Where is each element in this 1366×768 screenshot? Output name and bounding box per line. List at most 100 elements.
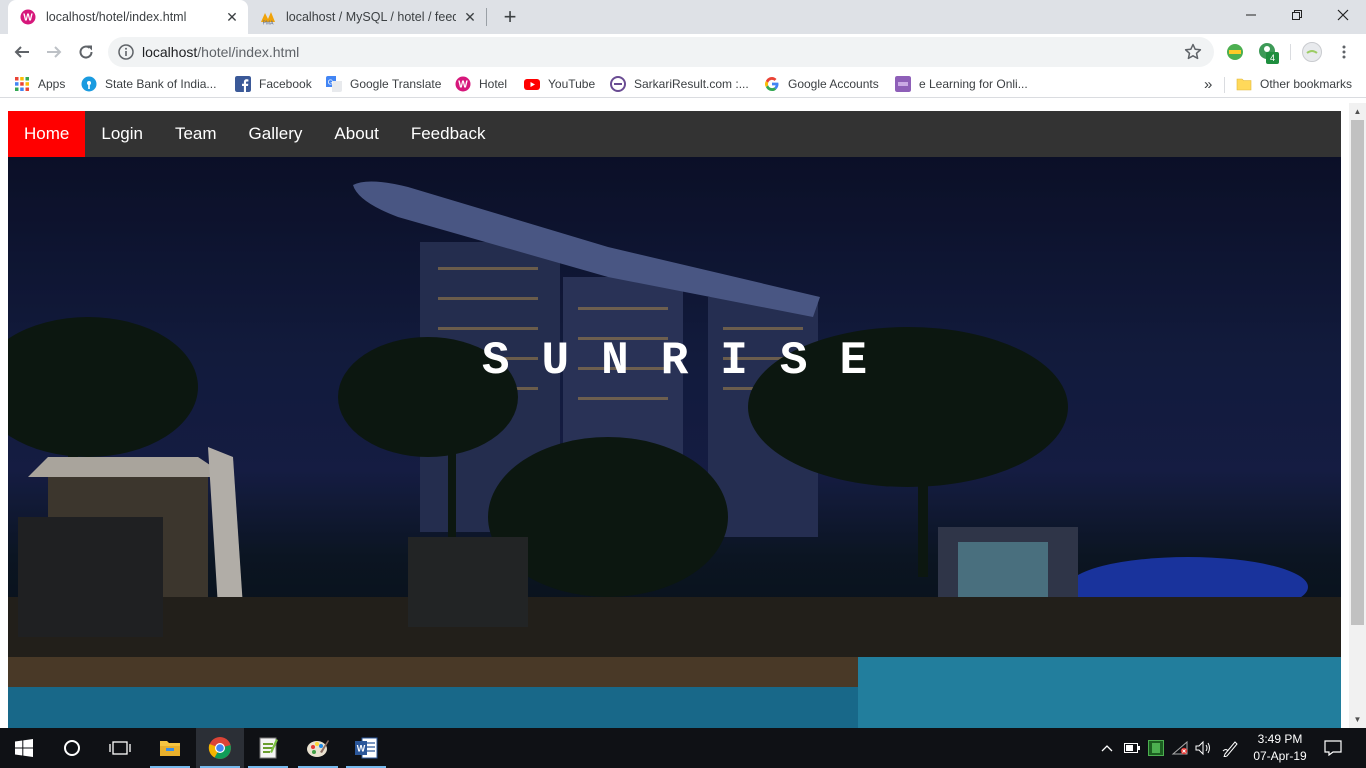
- chrome-menu-icon[interactable]: [1336, 44, 1352, 60]
- start-button[interactable]: [0, 728, 48, 768]
- network-tray-button[interactable]: [1170, 728, 1190, 768]
- show-hidden-icons-button[interactable]: [1098, 728, 1116, 768]
- volume-tray-button[interactable]: [1194, 728, 1214, 768]
- bookmark-youtube[interactable]: YouTube: [524, 75, 595, 93]
- info-icon[interactable]: [118, 44, 134, 60]
- close-window-button[interactable]: [1320, 0, 1366, 30]
- sbi-icon: [81, 76, 97, 92]
- minimize-window-button[interactable]: [1228, 0, 1274, 30]
- bookmark-elearning[interactable]: e Learning for Onli...: [895, 75, 1028, 93]
- svg-text:PMA: PMA: [263, 21, 275, 26]
- other-bookmarks-folder[interactable]: Other bookmarks: [1236, 75, 1352, 93]
- bookmark-label: State Bank of India...: [105, 77, 217, 91]
- green-app-tray-button[interactable]: [1146, 728, 1166, 768]
- nav-team[interactable]: Team: [159, 111, 233, 157]
- start-icon: [15, 739, 33, 757]
- reload-icon: [79, 45, 93, 59]
- google-translate-icon: G: [326, 76, 342, 92]
- bookmark-hotel[interactable]: W Hotel: [455, 75, 507, 93]
- scrollbar-thumb[interactable]: [1351, 120, 1364, 625]
- bookmark-label: Google Accounts: [788, 77, 879, 91]
- scroll-down-arrow-icon[interactable]: ▼: [1349, 711, 1366, 728]
- hero-night-hotel-image: [8, 157, 1341, 728]
- restore-window-button[interactable]: [1274, 0, 1320, 30]
- hero-banner: SUNRISE: [8, 157, 1341, 728]
- new-tab-button[interactable]: +: [498, 4, 522, 29]
- taskbar-chrome[interactable]: [196, 728, 244, 768]
- address-bar[interactable]: localhost/hotel/index.html: [108, 37, 1214, 67]
- taskbar-notepad-plus[interactable]: [244, 728, 292, 768]
- close-tab-icon[interactable]: ✕: [462, 9, 478, 25]
- bookmark-star-icon[interactable]: [1184, 43, 1202, 61]
- paint-icon: [307, 740, 329, 757]
- bookmark-facebook[interactable]: Facebook: [235, 75, 312, 93]
- bookmark-label: Hotel: [479, 77, 508, 91]
- bookmark-sarkariresult[interactable]: SarkariResult.com :...: [610, 75, 749, 93]
- action-center-button[interactable]: [1318, 728, 1348, 768]
- taskbar-paint[interactable]: [294, 728, 342, 768]
- forward-button[interactable]: [42, 40, 66, 64]
- search-cortana-icon: [64, 740, 80, 756]
- toolbar-divider: [1290, 44, 1291, 60]
- nav-about[interactable]: About: [318, 111, 394, 157]
- browser-tabstrip: W localhost/hotel/index.html ✕ PMA local…: [0, 0, 1366, 34]
- bookmark-sbi[interactable]: State Bank of India...: [81, 75, 216, 93]
- tab-title: localhost/hotel/index.html: [46, 10, 187, 24]
- nav-gallery[interactable]: Gallery: [233, 111, 319, 157]
- nav-login[interactable]: Login: [85, 111, 159, 157]
- browser-toolbar: localhost/hotel/index.html 4: [0, 34, 1366, 70]
- tab-phpmyadmin[interactable]: PMA localhost / MySQL / hotel / feedb ✕: [250, 0, 486, 34]
- extension-badge-button[interactable]: 4: [1258, 42, 1280, 64]
- taskbar-clock[interactable]: 3:49 PM 07-Apr-19: [1244, 731, 1316, 765]
- pen-tray-button[interactable]: [1220, 728, 1242, 768]
- task-view-button[interactable]: [96, 728, 144, 768]
- phpmyadmin-icon: PMA: [261, 12, 275, 26]
- back-button[interactable]: [10, 40, 34, 64]
- sarkariresult-icon: [610, 76, 626, 92]
- taskbar-file-explorer[interactable]: [146, 728, 194, 768]
- bookmark-label: Google Translate: [350, 77, 442, 91]
- hotel-favicon-icon: W: [20, 9, 36, 25]
- facebook-icon: [235, 76, 251, 92]
- taskbar-word[interactable]: W: [342, 728, 390, 768]
- svg-text:G: G: [328, 80, 333, 87]
- restore-icon: [1292, 10, 1302, 20]
- clock-time: 3:49 PM: [1257, 732, 1303, 746]
- url-text[interactable]: localhost/hotel/index.html: [142, 44, 299, 60]
- battery-tray-button[interactable]: [1122, 728, 1142, 768]
- bookmark-label: Apps: [38, 77, 66, 91]
- back-arrow-icon: [14, 46, 29, 58]
- bookmark-google-accounts[interactable]: Google Accounts: [764, 75, 879, 93]
- tab-divider: [486, 8, 487, 26]
- nav-feedback[interactable]: Feedback: [395, 111, 502, 157]
- speaker-icon: [1195, 740, 1210, 756]
- bookmark-apps[interactable]: Apps: [14, 75, 65, 93]
- svg-text:W: W: [458, 80, 468, 91]
- extension-green-icon[interactable]: [1226, 43, 1244, 61]
- bookmark-label: Facebook: [259, 77, 312, 91]
- bookmark-label: YouTube: [548, 77, 596, 91]
- tab-title: localhost / MySQL / hotel / feedb: [286, 10, 456, 24]
- bookmark-google-translate[interactable]: G Google Translate: [326, 75, 441, 93]
- close-tab-icon[interactable]: ✕: [224, 9, 240, 25]
- nav-home[interactable]: Home: [8, 111, 86, 157]
- site-navbar: Home Login Team Gallery About Feedback: [8, 111, 1341, 157]
- search-button[interactable]: [48, 728, 96, 768]
- scroll-up-arrow-icon[interactable]: ▲: [1349, 103, 1366, 120]
- reload-button[interactable]: [74, 40, 98, 64]
- page-scrollbar[interactable]: ▲ ▼: [1349, 103, 1366, 728]
- apps-grid-icon: [15, 77, 29, 91]
- word-icon: W: [355, 737, 378, 759]
- tab-hotel-index[interactable]: W localhost/hotel/index.html ✕: [8, 0, 248, 34]
- pen-icon: [1222, 741, 1238, 757]
- hero-title: SUNRISE: [481, 335, 900, 387]
- bookmarks-overflow-button[interactable]: »: [1204, 75, 1212, 93]
- app-tray-icon: [1148, 740, 1164, 756]
- extension-badge: 4: [1266, 52, 1279, 64]
- minimize-icon: [1246, 14, 1256, 16]
- forward-arrow-icon: [47, 46, 62, 58]
- file-explorer-icon: [160, 741, 180, 756]
- profile-avatar-icon[interactable]: [1302, 42, 1322, 62]
- hotel-favicon-icon: W: [455, 76, 471, 92]
- bookmarks-divider: [1224, 77, 1225, 93]
